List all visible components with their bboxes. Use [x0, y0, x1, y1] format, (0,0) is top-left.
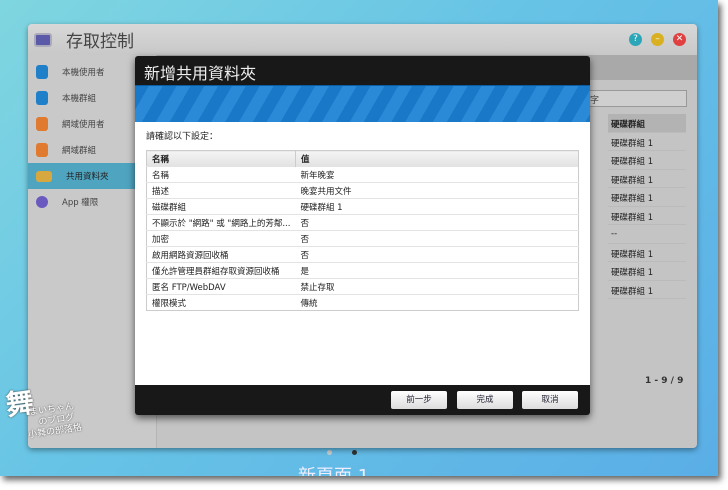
summary-row: 名稱 新年晚宴 [146, 166, 579, 183]
summary-row: 僅允許管理員群組存取資源回收桶是 [146, 262, 579, 279]
group-icon [36, 91, 48, 105]
sidebar-item-label: 共用資料夾 [66, 172, 109, 182]
desktop-page-label: 新頁面 1 [298, 462, 369, 476]
table-cell: 硬碟群組 1 [608, 170, 686, 188]
row-name: 名稱 [146, 166, 296, 183]
back-button[interactable]: 前一步 [391, 391, 447, 409]
table-cell: 硬碟群組 1 [608, 207, 686, 225]
folder-icon [36, 170, 52, 182]
summary-row: 磁碟群組 硬碟群組 1 [146, 198, 579, 215]
row-name: 權限模式 [146, 294, 296, 311]
table-cell: 硬碟群組 1 [608, 188, 686, 207]
search-input[interactable]: 字 [585, 90, 687, 107]
summary-row: 加密否 [146, 230, 579, 247]
sidebar-item-label: 網域群組 [62, 146, 97, 156]
row-name: 啟用網路資源回收桶 [146, 246, 296, 263]
sidebar-item-label: App 權限 [62, 198, 99, 208]
table-cell: 硬碟群組 1 [608, 244, 686, 262]
window-title: 存取控制 [66, 32, 134, 52]
column-header-disk-group[interactable]: 硬碟群組 [608, 114, 686, 133]
user-icon [36, 65, 48, 79]
row-value: 晚宴共用文件 [295, 182, 579, 199]
summary-row: 啟用網路資源回收桶否 [146, 246, 579, 263]
minimize-icon[interactable]: – [651, 33, 664, 46]
group-icon [36, 143, 48, 157]
dialog-banner [135, 85, 590, 122]
confirm-text: 請確認以下設定： [146, 132, 219, 142]
row-name: 不顯示於 "網路" 或 "網路上的芳鄰... [146, 214, 296, 231]
summary-row: 描述 晚宴共用文件 [146, 182, 579, 199]
header-value: 值 [295, 150, 580, 167]
table-cell: 硬碟群組 1 [608, 281, 686, 299]
row-name: 僅允許管理員群組存取資源回收桶 [146, 262, 296, 279]
row-value: 新年晚宴 [295, 166, 579, 183]
sidebar-item-label: 網域使用者 [62, 120, 105, 130]
row-value: 是 [295, 262, 579, 279]
page-dot-active[interactable] [352, 450, 357, 455]
close-icon[interactable]: ✕ [673, 33, 686, 46]
dialog-footer: 前一步 完成 取消 [135, 385, 590, 415]
cancel-button[interactable]: 取消 [522, 391, 578, 409]
dialog-body: 請確認以下設定： 名稱 值 名稱 新年晚宴 描述 晚宴共用文件 磁碟群組 硬碟群組 1 不顯… [135, 122, 590, 385]
table-cell: 硬碟群組 1 [608, 133, 686, 151]
row-name: 加密 [146, 230, 296, 247]
table-cell: 硬碟群組 1 [608, 262, 686, 281]
app-icon [34, 32, 52, 47]
dialog-title: 新增共用資料夾 [144, 64, 257, 83]
summary-row: 匿名 FTP/WebDAV 禁止存取 [146, 278, 579, 295]
row-value: 傳統 [295, 294, 579, 311]
sidebar-item-label: 本機群組 [62, 94, 97, 104]
summary-table: 名稱 值 名稱 新年晚宴 描述 晚宴共用文件 磁碟群組 硬碟群組 1 不顯示於 "網路" 或… [146, 150, 580, 311]
row-value: 硬碟群組 1 [295, 198, 579, 215]
row-value: 禁止存取 [295, 278, 579, 295]
new-shared-folder-dialog: 新增共用資料夾 請確認以下設定： 名稱 值 名稱 新年晚宴 描述 晚宴共用文件 磁碟群組… [135, 56, 590, 415]
folder-table: 硬碟群組 硬碟群組 1 硬碟群組 1 硬碟群組 1 硬碟群組 1 硬碟群組 1 … [608, 114, 686, 299]
row-value: 否 [295, 214, 579, 231]
table-cell: 硬碟群組 1 [608, 151, 686, 170]
user-icon [36, 117, 48, 131]
sidebar-item-label: 本機使用者 [62, 68, 105, 78]
header-name: 名稱 [146, 150, 296, 167]
row-name: 磁碟群組 [146, 198, 296, 215]
help-icon[interactable]: ? [629, 33, 642, 46]
summary-row: 不顯示於 "網路" 或 "網路上的芳鄰... 否 [146, 214, 579, 231]
row-name: 描述 [146, 182, 296, 199]
app-icon [36, 196, 48, 208]
title-bar: 存取控制 [28, 24, 697, 55]
summary-row: 權限模式 傳統 [146, 294, 579, 311]
pagination-info: 1 - 9 / 9 [645, 376, 684, 386]
row-name: 匿名 FTP/WebDAV [146, 278, 296, 295]
page-dot[interactable] [327, 450, 332, 455]
row-value: 否 [295, 246, 579, 263]
row-value: 否 [295, 230, 579, 247]
table-cell: -- [608, 225, 686, 244]
finish-button[interactable]: 完成 [457, 391, 513, 409]
